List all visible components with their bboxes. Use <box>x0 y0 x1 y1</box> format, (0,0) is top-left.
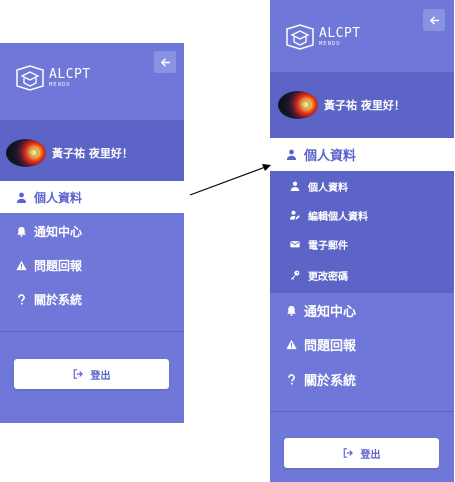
logout-icon <box>73 369 83 379</box>
logout-button[interactable]: 登出 <box>14 359 169 389</box>
user-greeting: 黃子祐 夜里好！ <box>324 99 405 112</box>
sidebar-item-label: 關於系統 <box>34 292 83 307</box>
warning-icon <box>15 260 27 270</box>
key-icon <box>290 270 300 280</box>
app-logo: ALCPT MENDU <box>14 63 91 93</box>
bell-icon <box>286 305 296 316</box>
sidebar-item-personal[interactable]: 個人資料 <box>0 181 184 213</box>
sidebar-divider <box>270 411 454 412</box>
user-icon <box>290 181 300 191</box>
back-arrow-icon <box>160 57 170 67</box>
bell-icon <box>16 226 26 237</box>
sidebar-item-label: 問題回報 <box>34 258 83 273</box>
avatar[interactable] <box>278 91 318 119</box>
logo-subtitle: MENDU <box>49 81 71 88</box>
question-icon <box>287 373 295 385</box>
logout-label: 登出 <box>360 449 381 461</box>
sidebar-item-label: 通知中心 <box>34 224 83 239</box>
sidebar-divider <box>0 331 184 332</box>
submenu-item-label: 編輯個人資料 <box>308 211 368 223</box>
logout-icon <box>343 448 353 458</box>
sidebar-item-about[interactable]: 關於系統 <box>0 283 184 315</box>
back-button[interactable] <box>423 9 445 31</box>
user-icon <box>286 149 296 160</box>
user-icon <box>16 192 26 203</box>
question-icon <box>17 293 25 305</box>
user-greeting: 黃子祐 夜里好！ <box>52 147 133 160</box>
avatar[interactable] <box>6 139 46 167</box>
user-edit-icon <box>290 210 300 220</box>
sidebar-item-label: 關於系統 <box>304 373 357 389</box>
envelope-icon <box>290 241 300 248</box>
submenu-item-profile[interactable]: 個人資料 <box>270 175 454 197</box>
user-profile: 黃子祐 夜里好！ <box>270 72 454 138</box>
sidebar-item-label: 個人資料 <box>34 190 83 205</box>
submenu-item-label: 個人資料 <box>308 182 348 194</box>
app-logo: ALCPT MENDU <box>284 22 361 52</box>
submenu-item-password[interactable]: 更改密碼 <box>270 264 454 286</box>
sidebar-expanded: ALCPT MENDU 黃子祐 夜里好！ 個人資料 個人資料 編輯個人資料 電子… <box>270 0 454 482</box>
logo-mark-icon <box>286 24 314 50</box>
logout-button[interactable]: 登出 <box>284 438 439 468</box>
sidebar-item-notifications[interactable]: 通知中心 <box>0 215 184 247</box>
logout-label: 登出 <box>90 370 111 382</box>
sidebar-item-report[interactable]: 問題回報 <box>0 249 184 281</box>
back-arrow-icon <box>429 15 439 25</box>
warning-icon <box>285 339 297 349</box>
sidebar-item-notifications[interactable]: 通知中心 <box>270 294 454 326</box>
back-button[interactable] <box>154 51 176 73</box>
sidebar-item-label: 個人資料 <box>304 149 357 164</box>
logo-title: ALCPT <box>49 66 91 82</box>
sidebar-item-personal[interactable]: 個人資料 <box>270 138 454 171</box>
sidebar-item-about[interactable]: 關於系統 <box>270 363 454 395</box>
sidebar-item-label: 問題回報 <box>304 338 357 354</box>
logo-title: ALCPT <box>319 25 361 41</box>
user-profile: 黃子祐 夜里好！ <box>0 120 184 186</box>
submenu-item-edit-profile[interactable]: 編輯個人資料 <box>270 204 454 226</box>
logo-subtitle: MENDU <box>319 40 341 47</box>
submenu-item-label: 電子郵件 <box>308 240 348 252</box>
submenu-item-label: 更改密碼 <box>308 271 348 283</box>
logo-mark-icon <box>16 65 44 91</box>
sidebar-item-report[interactable]: 問題回報 <box>270 328 454 360</box>
sidebar-item-label: 通知中心 <box>304 304 357 320</box>
sidebar-collapsed: ALCPT MENDU 黃子祐 夜里好！ 個人資料 通知中心 問題回報 關於系統… <box>0 43 184 423</box>
submenu-item-email[interactable]: 電子郵件 <box>270 233 454 255</box>
